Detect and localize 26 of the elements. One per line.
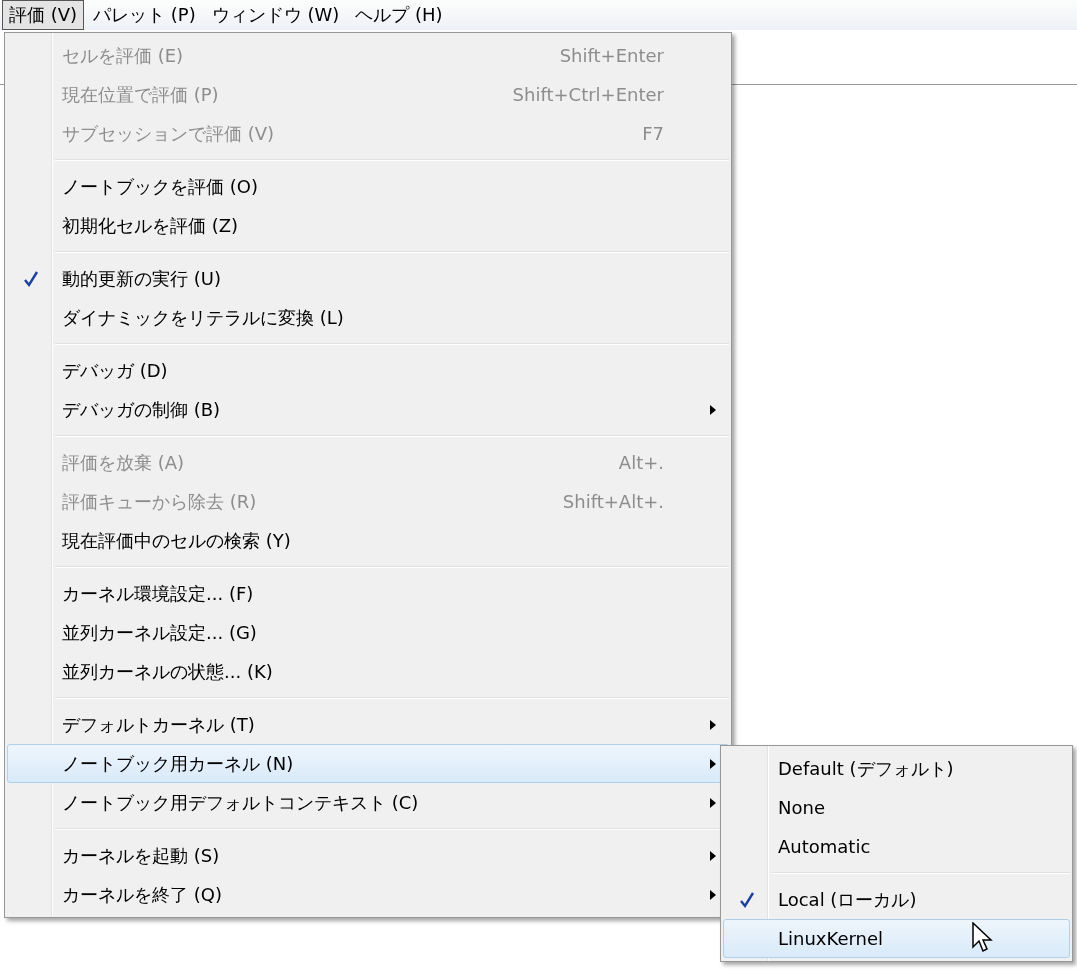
menubar-item[interactable]: ウィンドウ (W) bbox=[204, 0, 347, 30]
submenu-arrow-icon bbox=[710, 797, 716, 808]
menubar-item[interactable]: ヘルプ (H) bbox=[348, 0, 450, 30]
check-icon bbox=[739, 890, 755, 909]
mouse-pointer-icon bbox=[972, 922, 994, 954]
submenu-arrow-icon bbox=[710, 758, 716, 769]
menubar-item[interactable]: パレット (P) bbox=[86, 0, 203, 30]
submenu-arrow-icon bbox=[710, 850, 716, 861]
menu-item[interactable]: ダイナミックをリテラルに変換 (L) bbox=[7, 298, 729, 337]
menu-item[interactable]: 並列カーネル設定... (G) bbox=[7, 613, 729, 652]
menu-item[interactable]: 動的更新の実行 (U) bbox=[7, 259, 729, 298]
menu-item[interactable]: デバッガの制御 (B) bbox=[7, 390, 729, 429]
menubar-item[interactable]: 評価 (V) bbox=[2, 0, 85, 30]
check-icon bbox=[23, 269, 39, 288]
submenu-arrow-icon bbox=[710, 719, 716, 730]
submenu-arrow-icon bbox=[710, 404, 716, 415]
menu-item[interactable]: ノートブック用カーネル (N) bbox=[7, 744, 729, 783]
menu-item[interactable]: 初期化セルを評価 (Z) bbox=[7, 206, 729, 245]
menu-item[interactable]: デフォルトカーネル (T) bbox=[7, 705, 729, 744]
menu-item[interactable]: 現在評価中のセルの検索 (Y) bbox=[7, 521, 729, 560]
menu-item[interactable]: LinuxKernel bbox=[723, 919, 1070, 958]
menu-item[interactable]: ノートブックを評価 (O) bbox=[7, 167, 729, 206]
menu-item[interactable]: 並列カーネルの状態... (K) bbox=[7, 652, 729, 691]
submenu-arrow-icon bbox=[710, 889, 716, 900]
menu-item[interactable]: カーネル環境設定... (F) bbox=[7, 574, 729, 613]
menu-item[interactable]: デバッガ (D) bbox=[7, 351, 729, 390]
